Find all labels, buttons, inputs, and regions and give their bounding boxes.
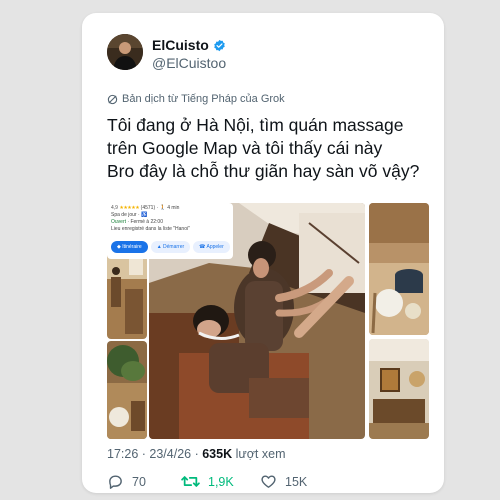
start-button[interactable]: ▲ Démarrer	[150, 241, 191, 253]
translation-notice[interactable]: Bản dịch từ Tiếng Pháp của Grok	[107, 93, 285, 105]
translation-label: Bản dịch từ Tiếng Pháp của Grok	[122, 93, 285, 105]
tweet-line: Tôi đang ở Hà Nội, tìm quán massage	[107, 115, 404, 135]
call-label: Appeler	[206, 244, 224, 250]
tweet-text: Tôi đang ở Hà Nội, tìm quán massage trên…	[107, 114, 437, 183]
photo-thumbnail-left-bottom[interactable]	[107, 341, 147, 439]
photo-thumbnail-right-bottom[interactable]	[369, 339, 429, 439]
views-label: lượt xem	[235, 447, 286, 461]
grok-icon	[107, 94, 118, 104]
maps-location-note: Lieu enregistré dans la liste "Hanoi"	[111, 226, 190, 232]
tweet-time[interactable]: 17:26	[107, 447, 138, 461]
author-handle[interactable]: @ElCuistoo	[152, 55, 226, 71]
maps-category: Spa de jour ·	[111, 212, 142, 218]
maps-open-status: Ouvert	[111, 219, 127, 225]
repost-icon	[181, 476, 200, 487]
media-collage: 4,9 ★★★★★ (4571) · 🚶 4 min Spa de jour ·…	[107, 203, 429, 439]
walk-icon: 🚶	[159, 205, 166, 211]
maps-travel-time: 4 min	[167, 205, 180, 211]
start-label: Démarrer	[163, 244, 185, 250]
verified-badge-icon	[214, 39, 225, 51]
tweet-line: trên Google Map và tôi thấy cái này	[107, 138, 383, 158]
directions-label: Itinéraire	[122, 244, 142, 250]
action-bar: 70 1,9K 15K	[107, 473, 427, 493]
call-button[interactable]: ☎ Appeler	[193, 241, 230, 253]
photo-thumbnail-right-top[interactable]	[369, 203, 429, 335]
avatar[interactable]	[107, 34, 143, 70]
reply-icon	[109, 475, 122, 489]
heart-icon	[261, 475, 276, 488]
author-display-name[interactable]: ElCuisto	[152, 37, 209, 53]
tweet-line: Bro đây là chỗ thư giãn hay sàn võ vậy?	[107, 161, 420, 181]
wheelchair-icon: ♿	[141, 212, 148, 218]
reply-count: 70	[132, 474, 146, 489]
maps-hours: · Fermé à 22:00	[126, 219, 163, 225]
view-count: 635K	[202, 447, 233, 461]
reply-button[interactable]: 70	[107, 473, 146, 490]
maps-review-count: (4571)	[140, 205, 156, 211]
google-maps-card: 4,9 ★★★★★ (4571) · 🚶 4 min Spa de jour ·…	[107, 203, 233, 259]
photo-thumbnail-left-top[interactable]	[107, 249, 147, 339]
maps-stars: ★★★★★	[119, 205, 140, 211]
directions-button[interactable]: ◆ Itinéraire	[111, 241, 148, 253]
tweet-date[interactable]: 23/4/26	[149, 447, 191, 461]
repost-count: 1,9K	[208, 474, 234, 489]
repost-button[interactable]: 1,9K	[181, 473, 234, 490]
tweet-card: ElCuisto @ElCuistoo Bản dịch từ Tiếng Ph…	[82, 13, 444, 493]
tweet-meta: 17:26 · 23/4/26 · 635K lượt xem	[107, 447, 286, 461]
maps-rating: 4,9	[111, 205, 118, 211]
like-button[interactable]: 15K	[260, 473, 307, 490]
like-count: 15K	[285, 474, 308, 489]
